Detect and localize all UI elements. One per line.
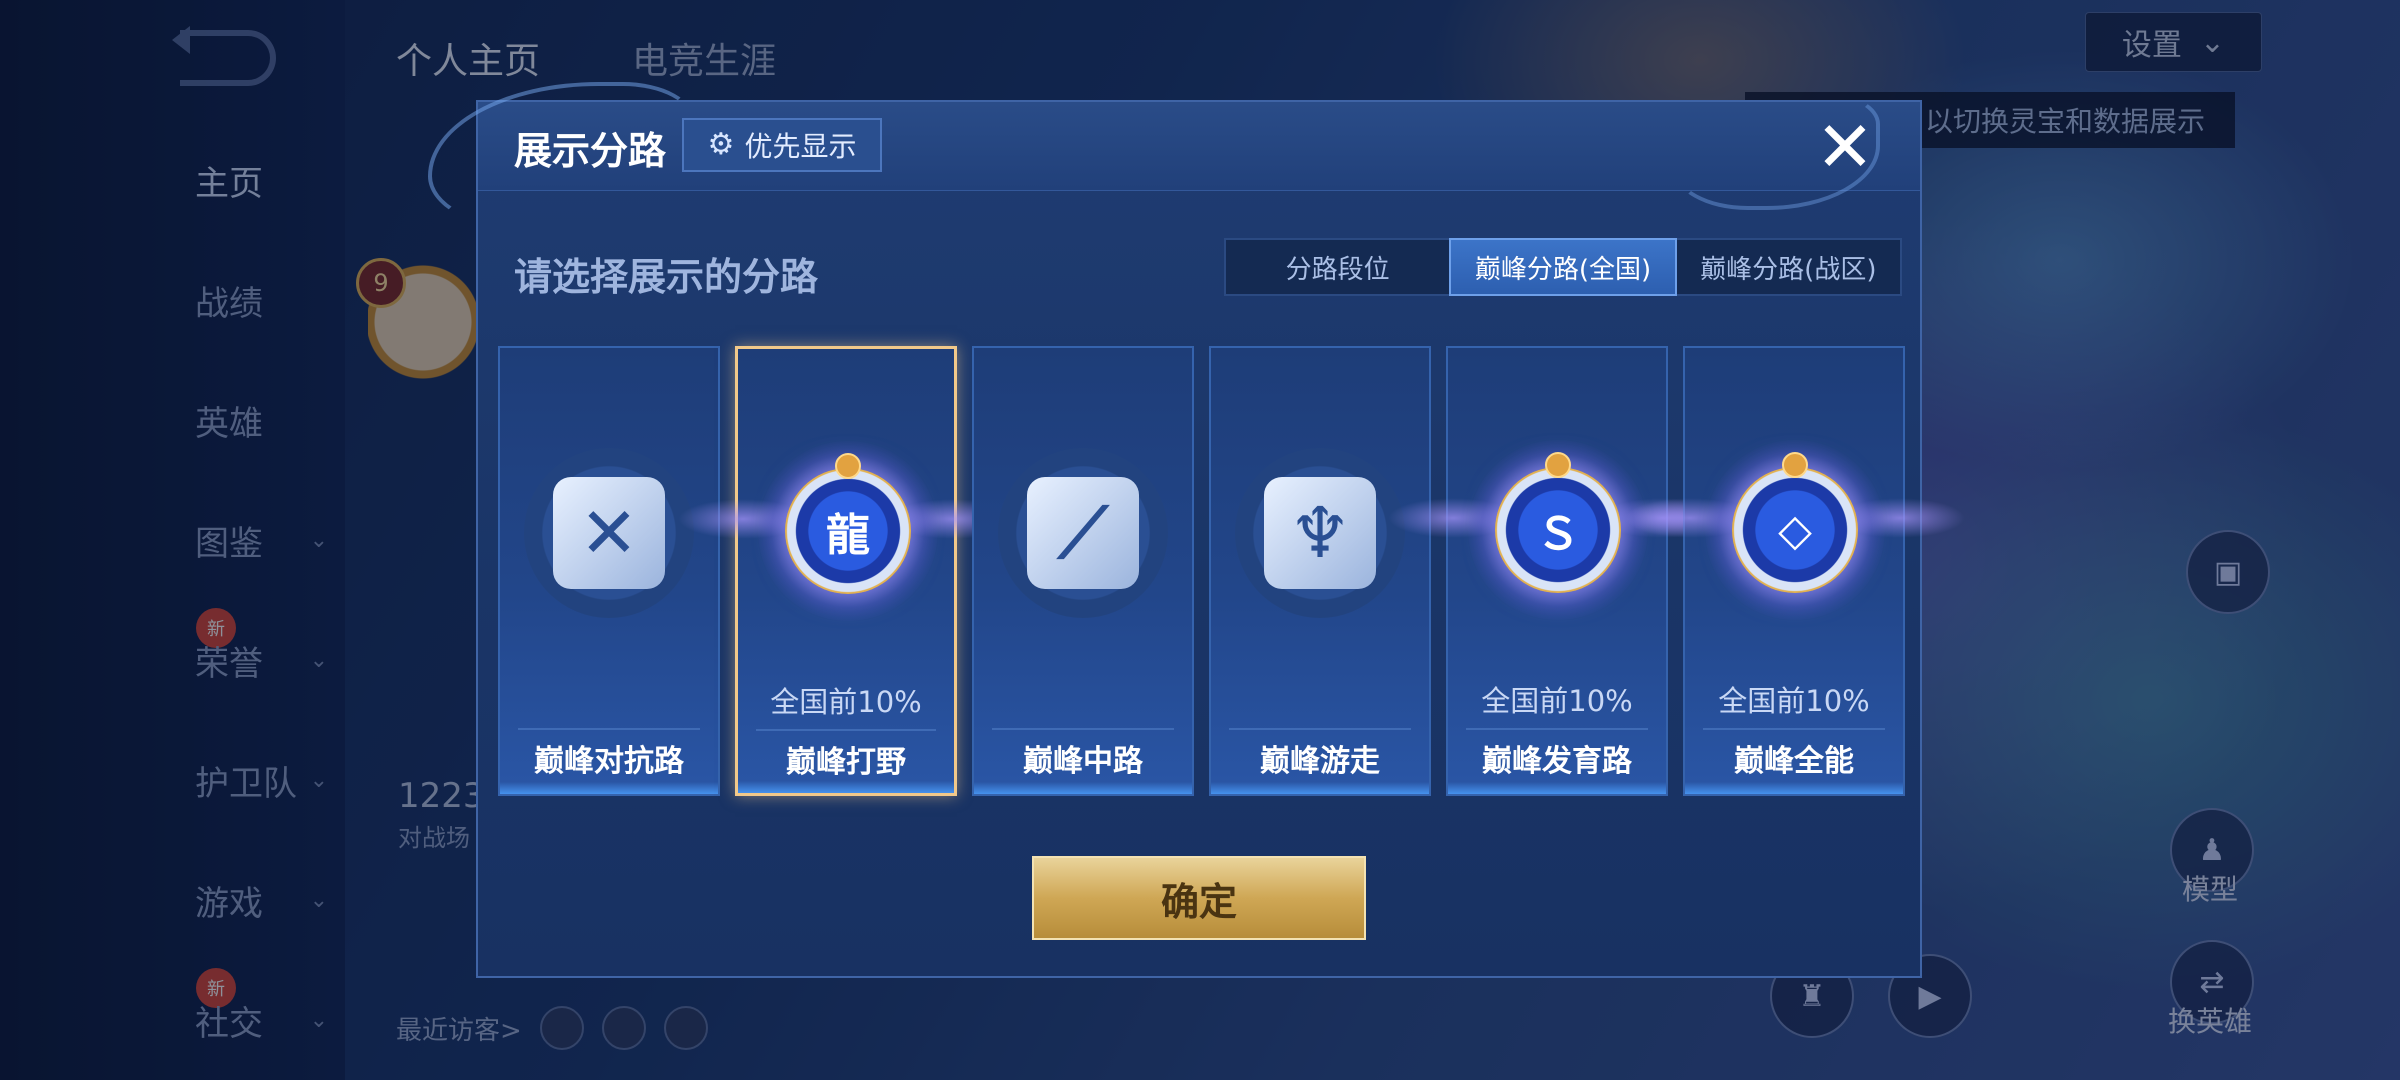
lane-card-jungle[interactable]: 龍 全国前10% 巅峰打野 bbox=[678, 346, 1018, 796]
card-name: 巅峰发育路 bbox=[1482, 744, 1632, 779]
crown-icon bbox=[1545, 452, 1571, 478]
lane-cards: ✕ 巅峰对抗路 龍 全国前10% 巅峰打野 ⟋ 巅峰中路 ♆ 巅峰游走 Ｓ 全国… bbox=[498, 346, 1965, 800]
lane-type-tabs: 分路段位 巅峰分路(全国) 巅峰分路(战区) bbox=[1224, 238, 1902, 296]
card-glow bbox=[1211, 782, 1429, 794]
dragon-icon: 龍 bbox=[758, 441, 938, 621]
sword-cross-icon: ✕ bbox=[524, 448, 694, 618]
dialog-prompt: 请选择展示的分路 bbox=[514, 255, 819, 299]
lane-card-top[interactable]: ✕ 巅峰对抗路 bbox=[498, 346, 720, 796]
card-glow bbox=[500, 782, 718, 794]
card-divider bbox=[1229, 728, 1411, 730]
card-rank: 全国前10% bbox=[770, 685, 922, 719]
slash-icon: ⟋ bbox=[998, 448, 1168, 618]
card-rank: 全国前10% bbox=[1481, 684, 1633, 718]
gear-icon: ⚙ bbox=[707, 127, 735, 162]
diamond-icon: ◇ bbox=[1705, 440, 1885, 620]
crown-icon bbox=[1782, 452, 1808, 478]
lane-card-mid[interactable]: ⟋ 巅峰中路 bbox=[972, 346, 1194, 796]
card-divider bbox=[756, 729, 936, 731]
card-divider bbox=[1466, 728, 1648, 730]
card-glow bbox=[738, 781, 954, 793]
priority-label: 优先显示 bbox=[744, 130, 857, 163]
card-divider bbox=[1703, 728, 1885, 730]
lane-card-allround[interactable]: ◇ 全国前10% 巅峰全能 bbox=[1625, 346, 1965, 796]
target-s-icon: Ｓ bbox=[1468, 440, 1648, 620]
lane-card-adc[interactable]: Ｓ 全国前10% 巅峰发育路 bbox=[1388, 346, 1728, 796]
card-divider bbox=[518, 728, 700, 730]
card-rank: 全国前10% bbox=[1718, 684, 1870, 718]
lane-display-dialog: 展示分路 ⚙ 优先显示 ✕ 请选择展示的分路 分路段位 巅峰分路(全国) 巅峰分… bbox=[428, 82, 1965, 978]
wings-icon: ♆ bbox=[1235, 448, 1405, 618]
card-name: 巅峰中路 bbox=[1023, 744, 1143, 779]
tab-peak-national[interactable]: 巅峰分路(全国) bbox=[1449, 238, 1677, 296]
close-icon[interactable]: ✕ bbox=[1814, 112, 1876, 182]
card-glow bbox=[1685, 782, 1903, 794]
card-name: 巅峰打野 bbox=[786, 745, 906, 780]
card-divider bbox=[992, 728, 1174, 730]
card-name: 巅峰游走 bbox=[1260, 744, 1380, 779]
tab-lane-rank[interactable]: 分路段位 bbox=[1226, 240, 1449, 294]
card-glow bbox=[974, 782, 1192, 794]
dialog-header: 展示分路 ⚙ 优先显示 ✕ bbox=[428, 82, 1920, 230]
tab-peak-region[interactable]: 巅峰分路(战区) bbox=[1677, 240, 1900, 294]
crown-icon bbox=[835, 453, 861, 479]
dialog-title: 展示分路 bbox=[514, 129, 667, 173]
card-glow bbox=[1448, 782, 1666, 794]
confirm-button[interactable]: 确定 bbox=[1032, 856, 1366, 940]
lane-card-support[interactable]: ♆ 巅峰游走 bbox=[1209, 346, 1431, 796]
card-name: 巅峰全能 bbox=[1734, 744, 1854, 779]
priority-display-button[interactable]: ⚙ 优先显示 bbox=[682, 118, 882, 172]
card-name: 巅峰对抗路 bbox=[534, 744, 684, 779]
